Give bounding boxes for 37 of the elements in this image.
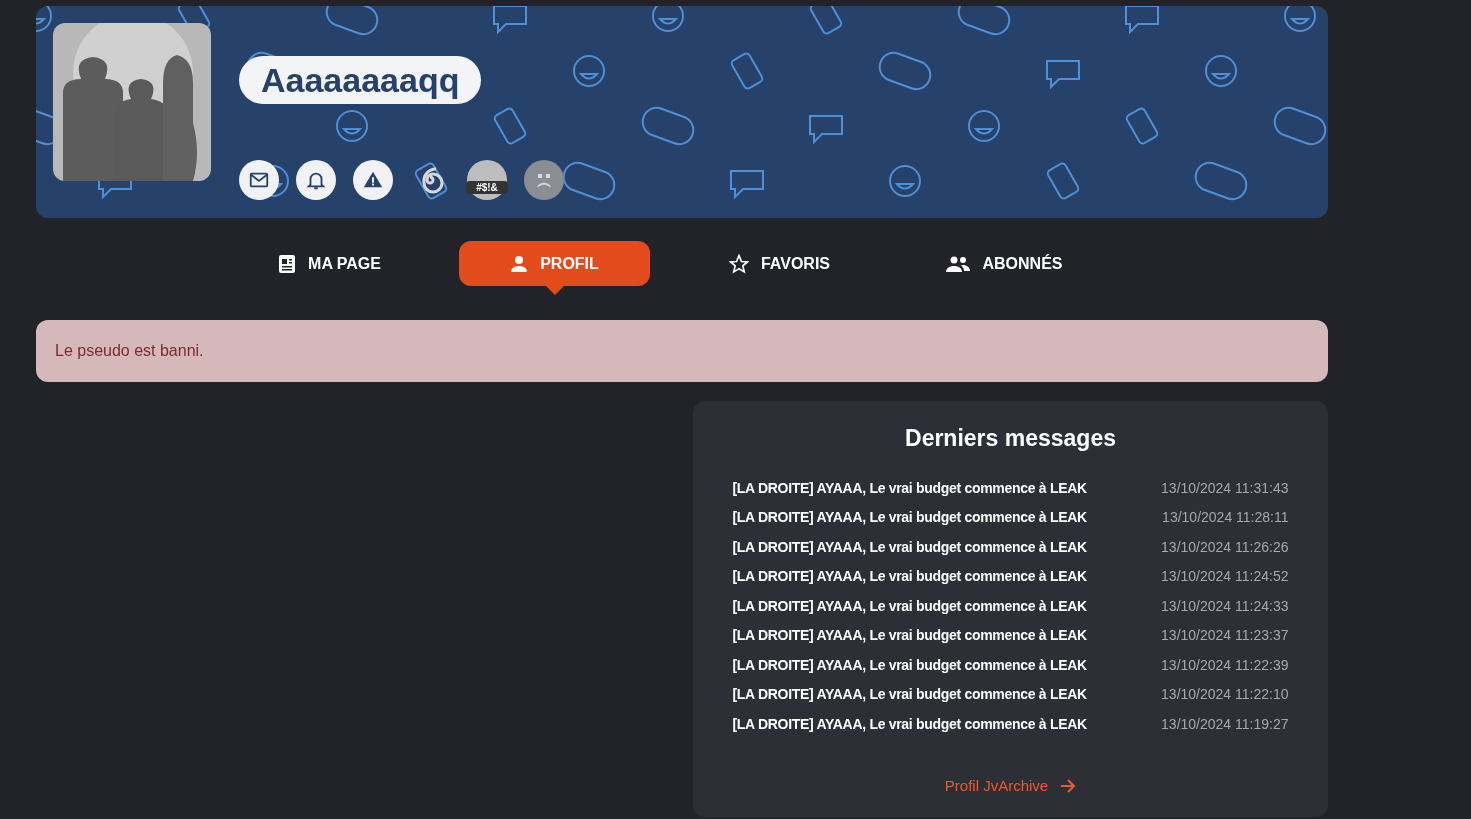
warning-icon[interactable]	[353, 160, 393, 200]
sad-face-icon[interactable]	[524, 160, 564, 200]
message-link[interactable]: [LA DROITE] AYAAA, Le vrai budget commence à LEAK	[732, 536, 1087, 558]
message-date: 13/10/2024 11:24:52	[1161, 567, 1289, 586]
bell-icon[interactable]	[296, 160, 336, 200]
archive-link[interactable]: Profil JvArchive	[944, 774, 1077, 797]
message-date: 13/10/2024 11:28:11	[1162, 508, 1289, 527]
nav-tab[interactable]: MA PAGE	[234, 241, 425, 286]
swearing-badge[interactable]: #$!&	[467, 160, 507, 200]
message-link[interactable]: [LA DROITE] AYAAA, Le vrai budget commence à LEAK	[732, 477, 1087, 499]
message-date: 13/10/2024 11:31:43	[1161, 478, 1289, 498]
message-link[interactable]: [LA DROITE] AYAAA, Le vrai budget commence à LEAK	[732, 654, 1087, 676]
card-title: Derniers messages	[905, 424, 1116, 453]
message-date: 13/10/2024 11:19:27	[1161, 714, 1289, 734]
message-date: 13/10/2024 11:22:39	[1161, 655, 1289, 675]
tab-pointer	[545, 286, 564, 295]
people-icon	[946, 254, 971, 273]
username-label: Aaaaaaaaqq	[239, 56, 482, 104]
alert-banner: Le pseudo est banni.	[36, 320, 1328, 382]
message-link[interactable]: [LA DROITE] AYAAA, Le vrai budget commence à LEAK	[732, 507, 1087, 528]
message-date: 13/10/2024 11:23:37	[1161, 626, 1289, 645]
star-icon	[728, 253, 749, 274]
page-icon	[278, 253, 297, 274]
nav-tab[interactable]: FAVORIS	[684, 241, 875, 286]
message-link[interactable]: [LA DROITE] AYAAA, Le vrai budget commence à LEAK	[732, 566, 1087, 587]
message-date: 13/10/2024 11:22:10	[1161, 685, 1289, 704]
nav-tab[interactable]: ABONNÉS	[909, 241, 1100, 286]
message-date: 13/10/2024 11:24:33	[1161, 596, 1289, 616]
message-link[interactable]: [LA DROITE] AYAAA, Le vrai budget commence à LEAK	[732, 595, 1087, 617]
message-link[interactable]: [LA DROITE] AYAAA, Le vrai budget commence à LEAK	[732, 684, 1087, 705]
message-date: 13/10/2024 11:26:26	[1161, 537, 1289, 557]
nav-tab[interactable]: PROFIL	[459, 241, 650, 286]
person-icon	[510, 254, 529, 273]
message-link[interactable]: [LA DROITE] AYAAA, Le vrai budget commence à LEAK	[732, 625, 1087, 646]
mail-icon[interactable]	[239, 160, 279, 200]
arrow-icon	[1060, 778, 1077, 793]
message-link[interactable]: [LA DROITE] AYAAA, Le vrai budget commence à LEAK	[732, 713, 1087, 735]
